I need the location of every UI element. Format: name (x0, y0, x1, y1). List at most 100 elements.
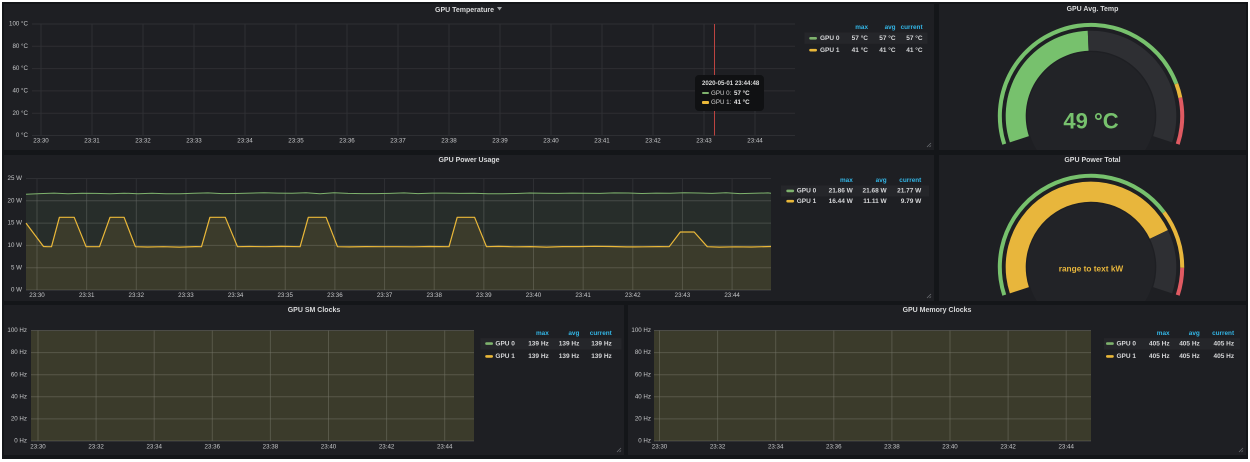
svg-text:avg: avg (885, 24, 896, 31)
svg-text:23:37: 23:37 (377, 292, 393, 299)
svg-text:15 W: 15 W (8, 220, 23, 227)
svg-text:23:44: 23:44 (747, 138, 763, 145)
svg-text:23:31: 23:31 (79, 292, 95, 299)
svg-text:16.44 W: 16.44 W (829, 198, 854, 205)
svg-text:23:42: 23:42 (645, 138, 661, 145)
svg-text:49 °C: 49 °C (1063, 109, 1118, 134)
svg-text:139 Hz: 139 Hz (528, 353, 549, 360)
svg-text:405 Hz: 405 Hz (1179, 353, 1200, 360)
svg-text:23:34: 23:34 (228, 292, 244, 299)
svg-text:23:32: 23:32 (88, 444, 104, 451)
svg-text:23:31: 23:31 (84, 138, 100, 145)
svg-text:0 °C: 0 °C (16, 132, 29, 139)
svg-text:23:32: 23:32 (710, 444, 726, 451)
svg-text:23:42: 23:42 (379, 444, 395, 451)
svg-text:23:43: 23:43 (696, 138, 712, 145)
svg-text:23:42: 23:42 (625, 292, 641, 299)
svg-text:139 Hz: 139 Hz (559, 353, 580, 360)
svg-text:current: current (901, 24, 924, 31)
svg-text:60 Hz: 60 Hz (635, 371, 651, 378)
svg-text:23:30: 23:30 (652, 444, 668, 451)
svg-text:avg: avg (876, 177, 887, 184)
svg-text:GPU 1: GPU 1 (820, 47, 840, 54)
svg-text:100 °C: 100 °C (9, 21, 29, 28)
svg-text:current: current (590, 330, 613, 337)
svg-text:max: max (840, 177, 853, 184)
svg-text:23:37: 23:37 (390, 138, 406, 145)
svg-text:23:34: 23:34 (237, 138, 253, 145)
svg-text:GPU 0: GPU 0 (1117, 340, 1137, 347)
svg-text:avg: avg (1189, 330, 1200, 337)
svg-text:40 Hz: 40 Hz (635, 393, 651, 400)
svg-text:23:40: 23:40 (526, 292, 542, 299)
svg-text:23:35: 23:35 (288, 138, 304, 145)
svg-text:GPU 0: GPU 0 (820, 35, 840, 42)
svg-text:23:40: 23:40 (942, 444, 958, 451)
svg-text:current: current (899, 177, 922, 184)
svg-text:41 °C: 41 °C (879, 46, 896, 54)
svg-text:57 °C: 57 °C (906, 34, 923, 42)
svg-text:GPU 0: GPU 0 (797, 188, 817, 195)
svg-text:20 Hz: 20 Hz (11, 416, 27, 423)
svg-text:405 Hz: 405 Hz (1149, 353, 1170, 360)
svg-text:80 °C: 80 °C (12, 43, 28, 50)
svg-text:139 Hz: 139 Hz (591, 353, 612, 360)
svg-text:405 Hz: 405 Hz (1149, 340, 1170, 347)
svg-text:23:34: 23:34 (146, 444, 162, 451)
svg-text:57 °C: 57 °C (852, 34, 869, 42)
svg-text:23:36: 23:36 (327, 292, 343, 299)
svg-text:405 Hz: 405 Hz (1213, 353, 1234, 360)
svg-text:21.86 W: 21.86 W (829, 188, 854, 195)
svg-text:23:30: 23:30 (33, 138, 49, 145)
svg-text:41 °C: 41 °C (852, 46, 869, 54)
svg-text:139 Hz: 139 Hz (591, 340, 612, 347)
svg-text:23:40: 23:40 (543, 138, 559, 145)
svg-text:20 °C: 20 °C (12, 110, 28, 117)
svg-text:21.68 W: 21.68 W (862, 188, 887, 195)
svg-text:current: current (1212, 330, 1235, 337)
svg-text:23:35: 23:35 (277, 292, 293, 299)
svg-text:GPU 0: GPU 0 (495, 340, 515, 347)
svg-text:23:41: 23:41 (594, 138, 610, 145)
svg-text:80 Hz: 80 Hz (11, 349, 27, 356)
svg-text:max: max (855, 24, 868, 31)
svg-text:60 °C: 60 °C (12, 65, 28, 72)
svg-text:100 Hz: 100 Hz (7, 327, 27, 334)
svg-text:23:32: 23:32 (129, 292, 145, 299)
svg-text:range to text kW: range to text kW (1059, 264, 1124, 274)
svg-text:23:33: 23:33 (178, 292, 194, 299)
svg-text:23:38: 23:38 (426, 292, 442, 299)
svg-text:0 Hz: 0 Hz (638, 438, 651, 445)
svg-text:23:40: 23:40 (321, 444, 337, 451)
svg-text:40 Hz: 40 Hz (11, 393, 27, 400)
svg-text:10 W: 10 W (8, 242, 23, 249)
svg-text:23:36: 23:36 (205, 444, 221, 451)
svg-text:41 °C: 41 °C (906, 46, 923, 54)
svg-text:23:39: 23:39 (476, 292, 492, 299)
svg-text:5 W: 5 W (11, 264, 22, 271)
svg-text:0 Hz: 0 Hz (14, 438, 27, 445)
svg-text:max: max (1157, 330, 1170, 337)
svg-text:23:34: 23:34 (768, 444, 784, 451)
svg-text:25 W: 25 W (8, 175, 23, 182)
svg-text:23:44: 23:44 (724, 292, 740, 299)
svg-text:23:44: 23:44 (437, 444, 453, 451)
svg-text:23:33: 23:33 (186, 138, 202, 145)
svg-text:23:44: 23:44 (1058, 444, 1074, 451)
svg-text:23:39: 23:39 (492, 138, 508, 145)
svg-text:405 Hz: 405 Hz (1213, 340, 1234, 347)
svg-text:23:36: 23:36 (826, 444, 842, 451)
svg-text:GPU 1: GPU 1 (1117, 353, 1137, 360)
svg-text:11.11 W: 11.11 W (863, 198, 887, 205)
svg-text:GPU 1: GPU 1 (797, 198, 817, 205)
svg-text:23:38: 23:38 (884, 444, 900, 451)
svg-text:40 °C: 40 °C (12, 88, 28, 95)
svg-text:23:32: 23:32 (135, 138, 151, 145)
svg-text:GPU 1: GPU 1 (495, 353, 515, 360)
svg-text:80 Hz: 80 Hz (635, 349, 651, 356)
svg-text:139 Hz: 139 Hz (559, 340, 580, 347)
svg-text:avg: avg (568, 330, 579, 337)
svg-text:20 Hz: 20 Hz (635, 416, 651, 423)
svg-text:20 W: 20 W (8, 197, 23, 204)
svg-text:60 Hz: 60 Hz (11, 371, 27, 378)
